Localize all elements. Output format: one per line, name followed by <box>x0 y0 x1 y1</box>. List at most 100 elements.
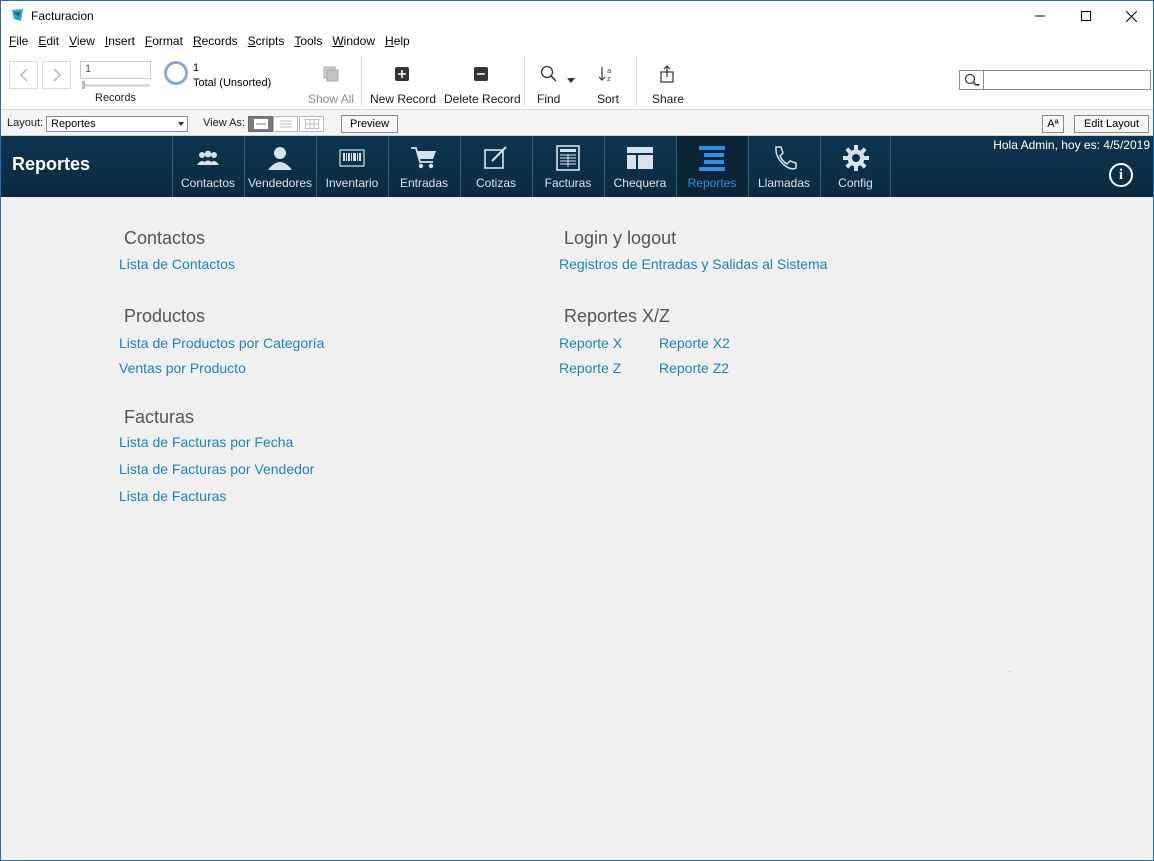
current-record-input[interactable]: 1 <box>80 61 151 79</box>
previous-record-button[interactable] <box>9 61 38 89</box>
edit-layout-button[interactable]: Edit Layout <box>1074 115 1149 133</box>
chevron-left-icon <box>19 68 28 82</box>
link-facturas-por-fecha[interactable]: Lista de Facturas por Fecha <box>119 434 293 450</box>
sort-button[interactable]: Sort <box>597 92 619 106</box>
find-dropdown-chevron-icon[interactable] <box>566 71 576 89</box>
menu-view[interactable]: View <box>64 31 100 51</box>
table-view-icon <box>304 119 319 129</box>
link-reporte-z[interactable]: Reporte Z <box>559 360 621 376</box>
link-registros-entradas-salidas[interactable]: Registros de Entradas y Salidas al Siste… <box>559 256 827 272</box>
tab-inventario[interactable]: Inventario <box>316 136 387 197</box>
new-record-button[interactable]: New Record <box>370 92 436 106</box>
show-all-button[interactable]: Show All <box>308 92 354 106</box>
chevron-right-icon <box>52 68 61 82</box>
quick-find-search-input[interactable] <box>959 70 1151 90</box>
record-slider-track[interactable] <box>82 84 150 87</box>
tab-label: Config <box>838 176 873 190</box>
link-reporte-z2[interactable]: Reporte Z2 <box>659 360 729 376</box>
tab-facturas[interactable]: Facturas <box>532 136 603 197</box>
view-as-table-button[interactable] <box>299 116 324 132</box>
minimize-button[interactable] <box>1017 1 1063 31</box>
tab-reportes[interactable]: Reportes <box>676 136 747 197</box>
title-bar: Facturacion <box>1 1 1153 31</box>
page-title: Reportes <box>12 154 91 174</box>
tab-label: Reportes <box>687 176 737 190</box>
stray-dot <box>1009 671 1010 672</box>
link-reporte-x2[interactable]: Reporte X2 <box>659 335 730 351</box>
tab-contactos[interactable]: Contactos <box>172 136 243 197</box>
greeting-text: Hola Admin, hoy es: 4/5/2019 <box>993 138 1150 152</box>
tab-chequera[interactable]: Chequera <box>604 136 675 197</box>
link-lista-de-facturas[interactable]: Lista de Facturas <box>119 488 226 504</box>
section-title-contactos: Contactos <box>124 228 206 248</box>
sort-icon: az <box>598 65 616 83</box>
list-view-icon <box>279 120 292 128</box>
font-size-button[interactable]: Aª <box>1042 115 1064 133</box>
maximize-icon <box>1081 11 1091 21</box>
svg-text:z: z <box>607 75 611 83</box>
section-title-productos: Productos <box>124 306 206 326</box>
phone-icon <box>771 144 797 172</box>
record-slider-thumb[interactable] <box>82 81 85 89</box>
layout-dropdown[interactable]: Reportes <box>46 116 188 132</box>
tab-config[interactable]: Config <box>820 136 891 197</box>
menu-insert[interactable]: Insert <box>100 31 140 51</box>
menu-records[interactable]: Records <box>188 31 243 51</box>
cart-icon <box>410 144 438 172</box>
section-title-facturas: Facturas <box>124 407 195 427</box>
tab-llamadas[interactable]: Llamadas <box>748 136 819 197</box>
gear-icon <box>842 144 870 172</box>
layout-bar: Layout: Reportes View As: Preview Aª Edi… <box>1 111 1153 136</box>
preview-button[interactable]: Preview <box>341 115 398 133</box>
tab-label: Entradas <box>399 176 449 190</box>
link-productos-por-categoria[interactable]: Lista de Productos por Categoría <box>119 335 324 351</box>
layout-icon <box>626 144 654 172</box>
reports-icon <box>698 144 726 172</box>
view-as-list-button[interactable] <box>273 116 298 132</box>
link-facturas-por-vendedor[interactable]: Lista de Facturas por Vendedor <box>119 461 314 477</box>
show-all-icon <box>322 65 340 83</box>
maximize-button[interactable] <box>1063 1 1109 31</box>
app-header: Reportes Contactos Vendedores Inventario… <box>1 136 1153 197</box>
found-set-pie-icon <box>164 61 188 85</box>
edit-icon <box>483 144 509 172</box>
minimize-icon <box>1035 15 1045 17</box>
menu-scripts[interactable]: Scripts <box>243 31 290 51</box>
section-title-login-logout: Login y logout <box>564 228 677 248</box>
toolbar-separator <box>524 56 525 106</box>
link-reporte-x[interactable]: Reporte X <box>559 335 622 351</box>
info-icon[interactable]: i <box>1109 163 1133 187</box>
view-as-form-button[interactable] <box>248 116 273 132</box>
menu-tools[interactable]: Tools <box>289 31 327 51</box>
menu-edit[interactable]: Edit <box>33 31 64 51</box>
link-lista-de-contactos[interactable]: Lista de Contactos <box>119 256 235 272</box>
menu-window[interactable]: Window <box>327 31 380 51</box>
delete-record-button[interactable]: Delete Record <box>444 92 521 106</box>
tab-label: Llamadas <box>757 176 811 190</box>
search-icon[interactable] <box>960 71 984 89</box>
menu-format[interactable]: Format <box>140 31 188 51</box>
tab-label: Inventario <box>325 176 379 190</box>
tab-entradas[interactable]: Entradas <box>388 136 459 197</box>
window-title: Facturacion <box>31 9 94 23</box>
tab-cotizas[interactable]: Cotizas <box>460 136 531 197</box>
person-icon <box>267 144 293 172</box>
tab-label: Vendedores <box>247 176 313 190</box>
share-icon <box>658 65 676 83</box>
filemaker-app-icon <box>12 9 23 21</box>
contacts-icon <box>195 144 221 172</box>
share-button[interactable]: Share <box>652 92 684 106</box>
find-button[interactable]: Find <box>537 92 560 106</box>
section-title-reportes-xz: Reportes X/Z <box>564 306 671 326</box>
tab-label: Cotizas <box>475 176 516 190</box>
app-window: Facturacion File Edit View Insert Format… <box>0 0 1154 861</box>
link-ventas-por-producto[interactable]: Ventas por Producto <box>119 360 246 376</box>
close-button[interactable] <box>1108 1 1153 31</box>
tab-vendedores[interactable]: Vendedores <box>244 136 315 197</box>
chevron-down-icon <box>178 122 184 126</box>
menu-file[interactable]: File <box>4 31 33 51</box>
menu-help[interactable]: Help <box>380 31 415 51</box>
next-record-button[interactable] <box>42 61 71 89</box>
found-count: 1 <box>193 62 200 74</box>
delete-record-icon <box>472 65 490 83</box>
